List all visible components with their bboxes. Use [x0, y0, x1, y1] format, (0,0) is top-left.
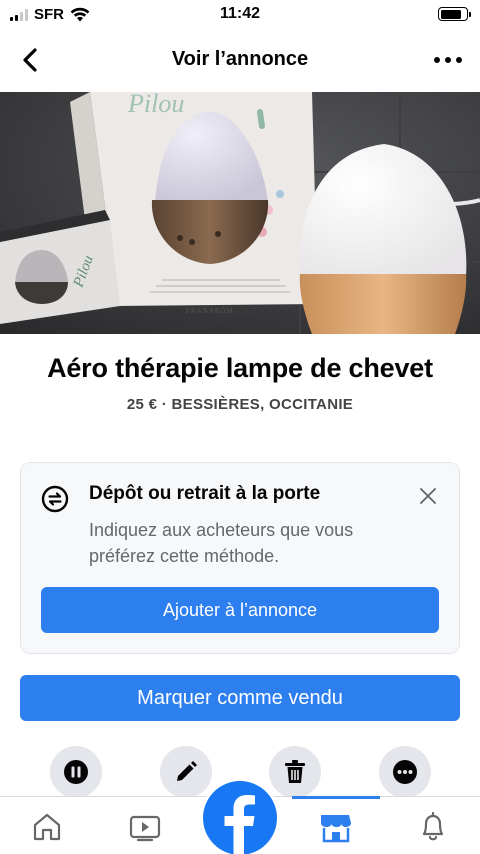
- box-brand-label: Pilou: [127, 92, 184, 118]
- pickup-card-title: Dépôt ou retrait à la porte: [89, 483, 321, 504]
- active-tab-indicator: [292, 796, 380, 799]
- box-maker-label: PRANARÔM: [186, 307, 234, 315]
- status-bar: SFR 11:42: [0, 0, 480, 28]
- more-dot-icon: [456, 57, 462, 63]
- more-dot-icon: [434, 57, 440, 63]
- tab-watch[interactable]: [125, 807, 165, 847]
- more-dot-icon: [445, 57, 451, 63]
- watch-icon: [129, 815, 161, 842]
- pause-icon: [64, 760, 88, 784]
- nav-header: Voir l’annonce: [0, 36, 480, 84]
- close-icon[interactable]: [417, 485, 439, 507]
- delete-listing-button[interactable]: [269, 746, 321, 798]
- pickup-suggestion-card: Dépôt ou retrait à la porte Indiquez aux…: [20, 462, 460, 654]
- pencil-icon: [177, 761, 197, 781]
- diffuser-photo-illustration: Pilou PRANARÔM Pilou: [0, 92, 480, 334]
- battery-icon: [438, 7, 471, 21]
- more-actions-button[interactable]: [379, 746, 431, 798]
- page-title: Voir l’annonce: [171, 48, 309, 70]
- facebook-icon: [224, 795, 255, 854]
- facebook-home-button[interactable]: [203, 781, 277, 854]
- add-to-listing-button[interactable]: Ajouter à l’annonce: [41, 587, 439, 633]
- listing-price-location: 25 € · BESSIÈRES, OCCITANIE: [126, 396, 354, 413]
- tab-home[interactable]: [27, 807, 67, 847]
- home-icon: [33, 813, 61, 841]
- more-options-button[interactable]: [430, 48, 466, 72]
- listing-title: Aéro thérapie lampe de chevet: [47, 353, 433, 383]
- mark-as-sold-button[interactable]: Marquer comme vendu: [20, 675, 460, 721]
- marketplace-icon: [321, 815, 351, 843]
- edit-listing-button[interactable]: [160, 746, 212, 798]
- tab-notifications[interactable]: [413, 807, 453, 847]
- tab-marketplace[interactable]: [316, 807, 356, 847]
- listing-photo[interactable]: Pilou PRANARÔM Pilou: [0, 92, 480, 334]
- clock: 11:42: [219, 5, 261, 22]
- more-icon: [393, 760, 417, 784]
- pickup-card-description: Indiquez aux acheteurs que vous préférez…: [89, 520, 354, 566]
- bell-icon: [422, 811, 444, 841]
- trash-icon: [285, 760, 305, 783]
- pause-listing-button[interactable]: [50, 746, 102, 798]
- exchange-icon: [41, 485, 69, 513]
